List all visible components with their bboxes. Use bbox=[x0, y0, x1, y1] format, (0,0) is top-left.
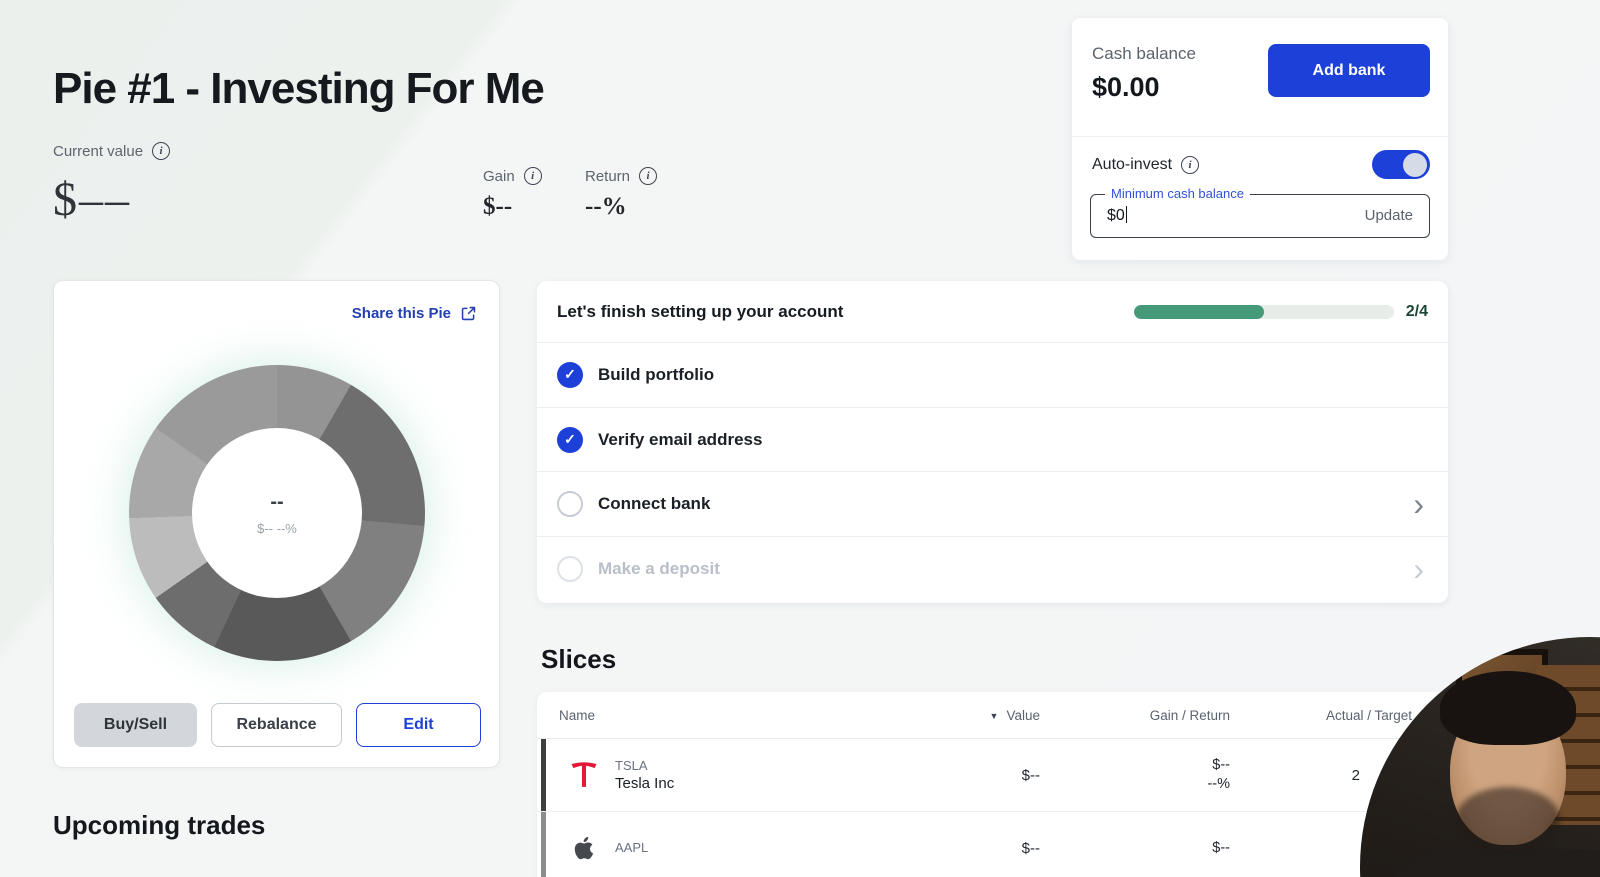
share-pie-label: Share this Pie bbox=[351, 305, 451, 322]
upcoming-trades-heading: Upcoming trades bbox=[53, 810, 266, 840]
slices-table: Name ▼ Value Gain / Return Actual / Targe… bbox=[537, 692, 1448, 877]
text-cursor bbox=[1125, 206, 1128, 223]
slice-color-bar bbox=[541, 812, 546, 877]
table-row-tsla[interactable]: TSLA Tesla Inc $-- $-- --% 2 bbox=[537, 739, 1448, 812]
gain-return-cell: $-- bbox=[1040, 839, 1230, 858]
return-value: --% bbox=[1207, 776, 1230, 792]
toggle-knob bbox=[1403, 152, 1427, 177]
ticker-symbol: TSLA bbox=[615, 758, 648, 773]
check-circle-icon: ✓ bbox=[557, 361, 583, 388]
gain-value: $-- bbox=[1212, 839, 1230, 856]
return-value: --% bbox=[585, 193, 627, 220]
setup-progress-bar bbox=[1133, 304, 1394, 319]
sort-desc-icon: ▼ bbox=[989, 710, 999, 721]
pie-center-detail: $-- --% bbox=[257, 520, 297, 536]
return-stat: Return i --% bbox=[585, 167, 658, 221]
divider bbox=[1072, 136, 1448, 137]
pie-card: Share this Pie -- $-- --% Buy/Sell Rebal… bbox=[53, 280, 500, 768]
share-pie-link[interactable]: Share this Pie bbox=[352, 305, 477, 322]
empty-circle-icon bbox=[557, 556, 583, 583]
value-cell: $-- bbox=[1021, 766, 1040, 784]
setup-header: Let's finish setting up your account 2/4 bbox=[537, 281, 1448, 343]
setup-item-build-portfolio: ✓ Build portfolio bbox=[537, 343, 1448, 408]
gain-value: $-- bbox=[1212, 757, 1230, 773]
slice-color-bar bbox=[541, 739, 546, 811]
webcam-person-beard bbox=[1456, 787, 1560, 851]
pie-center-value: -- bbox=[270, 490, 284, 513]
apple-logo-icon bbox=[567, 831, 601, 865]
gain-return-cell: $-- --% bbox=[1040, 756, 1230, 794]
cash-balance-card: Cash balance $0.00 Add bank Auto-invest … bbox=[1072, 18, 1448, 260]
auto-invest-toggle[interactable] bbox=[1372, 150, 1430, 179]
setup-item-connect-bank[interactable]: Connect bank › bbox=[537, 472, 1448, 538]
cash-balance-value: $0.00 bbox=[1092, 72, 1160, 102]
setup-item-label: Connect bank bbox=[598, 494, 711, 514]
ticker-symbol: AAPL bbox=[615, 839, 649, 855]
gain-label: Gain bbox=[483, 167, 515, 185]
column-header-gain-return[interactable]: Gain / Return bbox=[1040, 708, 1230, 723]
company-name: Tesla Inc bbox=[615, 775, 675, 792]
page: Pie #1 - Investing For Me Current value … bbox=[0, 0, 1600, 877]
setup-item-label: Make a deposit bbox=[598, 559, 720, 579]
column-header-name[interactable]: Name bbox=[537, 708, 920, 723]
return-label: Return bbox=[585, 167, 631, 185]
value-cell: $-- bbox=[1021, 839, 1040, 857]
cash-balance-label: Cash balance bbox=[1092, 44, 1196, 63]
share-icon bbox=[461, 306, 476, 321]
check-circle-icon: ✓ bbox=[557, 426, 583, 453]
gain-value: $-- bbox=[483, 193, 513, 220]
ticker-block: TSLA Tesla Inc bbox=[615, 758, 674, 792]
auto-invest-label: Auto-invest bbox=[1092, 156, 1173, 173]
pie-donut-center: -- $-- --% bbox=[192, 428, 362, 598]
empty-circle-icon bbox=[557, 491, 583, 518]
pie-donut[interactable]: -- $-- --% bbox=[129, 365, 425, 661]
chevron-right-icon: › bbox=[1413, 486, 1424, 523]
info-icon[interactable]: i bbox=[639, 167, 658, 185]
ticker-block: AAPL bbox=[615, 840, 648, 857]
info-icon[interactable]: i bbox=[523, 167, 542, 185]
setup-item-label: Verify email address bbox=[598, 429, 763, 449]
name-cell: TSLA Tesla Inc bbox=[537, 758, 920, 792]
current-value-stat: Current value i $–– bbox=[53, 142, 171, 227]
slices-table-header: Name ▼ Value Gain / Return Actual / Targe… bbox=[537, 692, 1448, 739]
update-button[interactable]: Update bbox=[1365, 207, 1413, 224]
current-value: $–– bbox=[53, 173, 131, 226]
setup-item-make-deposit: Make a deposit › bbox=[537, 537, 1448, 602]
table-row-aapl[interactable]: AAPL $-- $-- bbox=[537, 812, 1448, 877]
buy-sell-button[interactable]: Buy/Sell bbox=[74, 703, 197, 747]
column-header-actual-target[interactable]: Actual / Target bbox=[1230, 708, 1412, 723]
setup-item-label: Build portfolio bbox=[598, 364, 715, 384]
account-setup-card: Let's finish setting up your account 2/4… bbox=[537, 281, 1448, 603]
minimum-cash-balance-label: Minimum cash balance bbox=[1105, 186, 1250, 201]
setup-progress-fill bbox=[1133, 304, 1264, 319]
column-header-value[interactable]: ▼ Value bbox=[920, 708, 1040, 723]
setup-title: Let's finish setting up your account bbox=[557, 301, 844, 321]
setup-progress-text: 2/4 bbox=[1405, 302, 1428, 320]
name-cell: AAPL bbox=[537, 831, 920, 865]
minimum-cash-balance-value: $0 bbox=[1107, 206, 1128, 225]
auto-invest-row: Auto-invest i bbox=[1092, 156, 1200, 174]
current-value-label: Current value bbox=[53, 142, 144, 160]
add-bank-button[interactable]: Add bank bbox=[1268, 44, 1430, 97]
slices-heading: Slices bbox=[541, 644, 617, 674]
page-title: Pie #1 - Investing For Me bbox=[53, 64, 545, 113]
chevron-right-icon: › bbox=[1413, 551, 1424, 588]
edit-button[interactable]: Edit bbox=[356, 703, 481, 747]
minimum-cash-balance-input[interactable]: Minimum cash balance $0 Update bbox=[1090, 186, 1430, 238]
webcam-person-hair bbox=[1440, 671, 1576, 745]
pie-actions: Buy/Sell Rebalance Edit bbox=[74, 703, 481, 747]
webcam-person-body bbox=[1368, 849, 1600, 877]
gain-stat: Gain i $-- bbox=[483, 167, 542, 221]
info-icon[interactable]: i bbox=[1181, 156, 1200, 174]
setup-item-verify-email: ✓ Verify email address bbox=[537, 408, 1448, 473]
rebalance-button[interactable]: Rebalance bbox=[211, 703, 342, 747]
info-icon[interactable]: i bbox=[152, 142, 171, 160]
tesla-logo-icon bbox=[567, 758, 601, 792]
